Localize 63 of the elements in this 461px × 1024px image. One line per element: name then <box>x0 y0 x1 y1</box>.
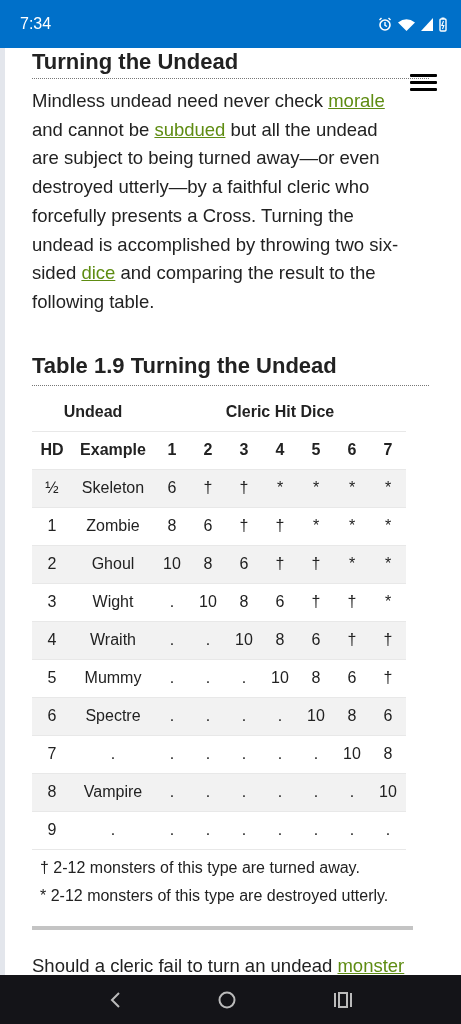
table-cell: 6 <box>32 697 72 736</box>
table-cell: 2 <box>32 545 72 584</box>
table-footnote: * 2-12 monsters of this type are destroyed utterly. <box>39 885 390 906</box>
table-cell: * <box>370 545 406 584</box>
table-cell: 8 <box>32 773 72 812</box>
table-cell: 8 <box>334 697 370 736</box>
table-cell: 6 <box>298 621 334 660</box>
table-cell: Skeleton <box>72 469 154 508</box>
table-cell: 10 <box>226 621 262 660</box>
wifi-icon <box>398 17 415 31</box>
table-cell: . <box>226 697 262 736</box>
table-cell: 10 <box>154 545 190 584</box>
table-cell: 6 <box>370 697 406 736</box>
table-cell: . <box>190 621 226 660</box>
table-cell: † <box>190 469 226 508</box>
table-cell: 8 <box>262 621 298 660</box>
table-footnote: † 2-12 monsters of this type are turned away. <box>39 857 361 878</box>
back-icon[interactable] <box>108 990 121 1009</box>
table-cell: . <box>298 773 334 812</box>
table-cell: † <box>262 545 298 584</box>
table-cell: Vampire <box>72 773 154 812</box>
table-cell: ½ <box>32 469 72 508</box>
menu-icon[interactable] <box>410 74 437 91</box>
table-cell: † <box>298 545 334 584</box>
table-cell: . <box>190 773 226 812</box>
table-cell: * <box>262 469 298 508</box>
table-cell: Ghoul <box>72 545 154 584</box>
alarm-icon <box>378 17 392 31</box>
table-cell: . <box>226 773 262 812</box>
table-cell: Spectre <box>72 697 154 736</box>
table-cell: 4 <box>32 621 72 660</box>
table-cell: * <box>334 469 370 508</box>
table-cell: . <box>154 773 190 812</box>
table-cell: † <box>370 621 406 660</box>
table-cell: . <box>154 697 190 736</box>
table-cell: 10 <box>370 773 406 812</box>
text-link[interactable]: monster <box>337 954 405 975</box>
table-cell: 8 <box>190 545 226 584</box>
text-link[interactable]: dice <box>81 262 116 284</box>
text-link[interactable]: subdued <box>154 118 226 140</box>
table-cell: † <box>226 469 262 508</box>
table-cell: * <box>298 469 334 508</box>
table-cell: 10 <box>298 697 334 736</box>
recents-icon[interactable] <box>334 991 353 1008</box>
table-cell: . <box>262 773 298 812</box>
table-cell: 6 <box>154 469 190 508</box>
table-cell: . <box>334 773 370 812</box>
body-paragraph: Should a cleric fail to turn an undead monster <box>32 953 406 975</box>
table-cell: Wraith <box>72 621 154 660</box>
battery-icon <box>439 16 447 32</box>
table-cell: . <box>262 697 298 736</box>
table-cell: * <box>370 469 406 508</box>
signal-icon <box>421 17 433 31</box>
table-cell: 6 <box>226 545 262 584</box>
table-cell: . <box>154 621 190 660</box>
body-paragraph: Mindless undead need never check morale and cannot be subdued but all the undead are subject to being turned away—or even destroyed utterly—by a faithful cleric who forcefully presents a Cross. Turning the undead is accomplished by throwing two six-sided dice and comparing the result to the following table. <box>32 89 400 314</box>
clock-time: 7:34 <box>20 15 53 33</box>
table-title: Table 1.9 Turning the Undead <box>32 350 429 386</box>
home-icon[interactable] <box>218 990 237 1009</box>
table-cell: † <box>334 621 370 660</box>
table-cell: * <box>334 545 370 584</box>
text-link[interactable]: morale <box>328 90 385 111</box>
table-cell: . <box>190 697 226 736</box>
